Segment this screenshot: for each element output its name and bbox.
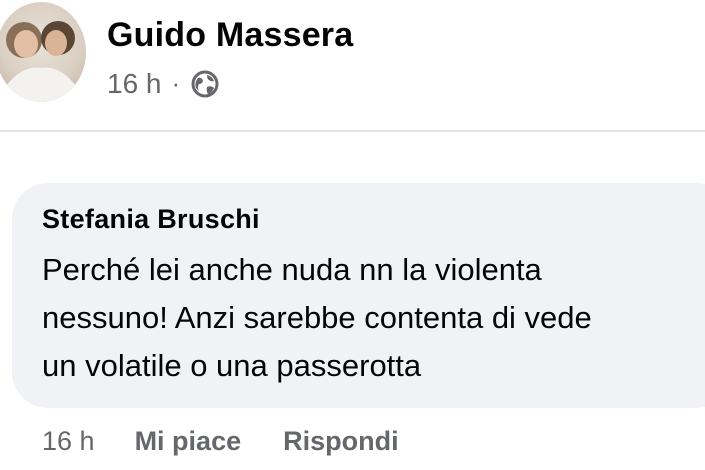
like-button[interactable]: Mi piace xyxy=(135,426,242,457)
comment-author-name[interactable]: Stefania Bruschi xyxy=(42,204,260,235)
post-author-name[interactable]: Guido Massera xyxy=(107,16,353,55)
post-meta: 16 h · xyxy=(107,66,220,102)
comment-actions: 16 h Mi piace Rispondi xyxy=(42,421,399,461)
divider xyxy=(0,130,705,132)
reply-button[interactable]: Rispondi xyxy=(283,426,399,457)
post-time[interactable]: 16 h xyxy=(107,68,162,100)
comment-text: Perché lei anche nuda nn la violenta nes… xyxy=(42,252,592,383)
avatar[interactable] xyxy=(0,2,86,102)
avatar-photo xyxy=(0,21,86,102)
globe-icon xyxy=(190,69,220,99)
comment-time[interactable]: 16 h xyxy=(42,426,95,457)
meta-separator: · xyxy=(171,67,181,98)
post-header: Guido Massera 16 h · xyxy=(0,0,705,132)
